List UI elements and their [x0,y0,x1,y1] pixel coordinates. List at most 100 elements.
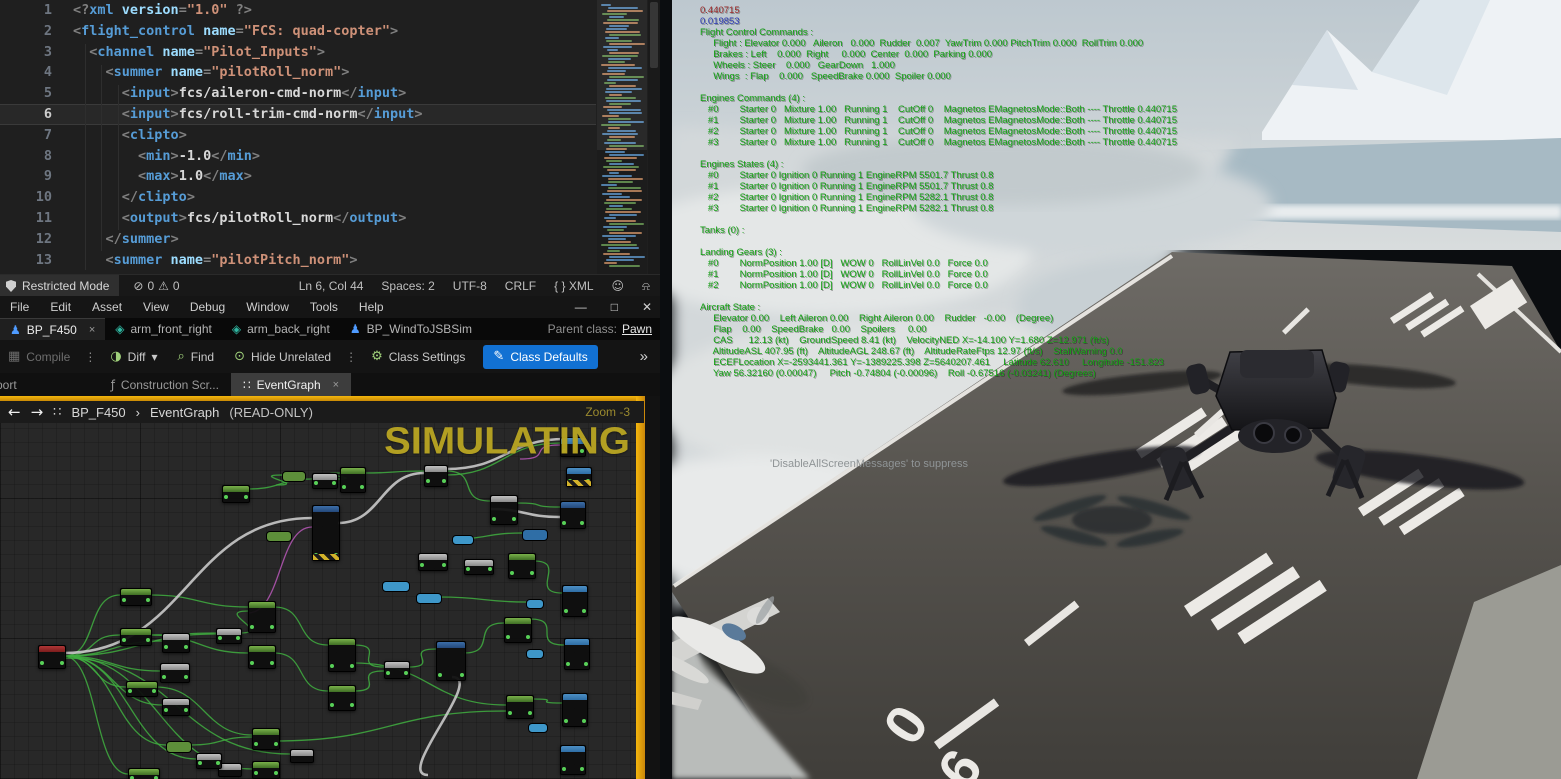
code-area[interactable]: 1<?xml version="1.0" ?>2<flight_control … [0,0,596,274]
node-output-pin[interactable] [350,703,354,707]
blueprint-node[interactable] [504,617,532,643]
blueprint-node[interactable] [424,465,448,487]
minimize-button[interactable]: — [575,300,587,314]
code-line[interactable]: 6 <input>fcs/roll-trim-cmd-norm</input> [0,104,596,125]
node-input-pin[interactable] [386,671,390,675]
encoding-setting[interactable]: UTF-8 [453,279,487,293]
more-options-icon[interactable]: ⋮ [82,350,98,364]
node-output-pin[interactable] [488,567,492,571]
node-input-pin[interactable] [40,661,44,665]
node-input-pin[interactable] [562,767,566,771]
node-output-pin[interactable] [580,521,584,525]
event-graph-canvas[interactable]: SIMULATING [0,423,636,779]
node-input-pin[interactable] [122,638,126,642]
more-options-icon[interactable]: ⋮ [343,350,359,364]
node-output-pin[interactable] [216,761,220,765]
node-output-pin[interactable] [360,485,364,489]
node-input-pin[interactable] [566,662,570,666]
blueprint-node[interactable] [526,599,544,609]
node-output-pin[interactable] [184,708,188,712]
node-input-pin[interactable] [438,673,442,677]
parent-class-value[interactable]: Pawn [622,322,652,336]
toolbar-overflow-chevron[interactable]: » [640,348,660,365]
forward-arrow-icon[interactable]: → [31,403,44,421]
blueprint-node[interactable] [490,495,518,525]
node-output-pin[interactable] [460,673,464,677]
node-input-pin[interactable] [218,636,222,640]
hide-unrelated-button[interactable]: ⊙Hide Unrelated [226,340,339,373]
node-output-pin[interactable] [530,571,534,575]
code-line[interactable]: 4 <summer name="pilotRoll_norm"> [0,62,596,83]
blueprint-node[interactable] [120,588,152,606]
vscode-editor-pane[interactable]: 1<?xml version="1.0" ?>2<flight_control … [0,0,660,274]
node-input-pin[interactable] [510,571,514,575]
blueprint-node[interactable] [562,693,588,727]
node-input-pin[interactable] [162,675,166,679]
code-line[interactable]: 3 <channel name="Pilot_Inputs"> [0,42,596,63]
blueprint-node[interactable] [560,501,586,529]
breadcrumb-graph[interactable]: EventGraph [150,405,219,420]
editor-scrollbar[interactable] [648,0,660,274]
blueprint-node[interactable] [566,467,592,487]
node-input-pin[interactable] [564,719,568,723]
blueprint-node[interactable] [196,753,222,769]
node-output-pin[interactable] [442,479,446,483]
node-input-pin[interactable] [342,485,346,489]
node-output-pin[interactable] [236,636,240,640]
blueprint-node[interactable] [166,741,192,753]
blueprint-node[interactable] [528,723,548,733]
blueprint-node[interactable] [282,471,306,482]
blueprint-node[interactable] [506,695,534,719]
node-input-pin[interactable] [330,703,334,707]
node-input-pin[interactable] [198,761,202,765]
blueprint-node[interactable] [562,585,588,617]
notifications-bell-icon[interactable]: ⍾ [642,279,650,294]
asset-tab-bp_windtojsbsim[interactable]: ♟BP_WindToJSBSim [340,318,482,340]
class-settings-button[interactable]: ⚙Class Settings [363,340,473,373]
blueprint-node[interactable] [248,645,276,669]
language-mode[interactable]: { } XML [554,279,593,293]
node-output-pin[interactable] [582,719,586,723]
menu-item-file[interactable]: File [10,300,29,314]
code-line[interactable]: 12 </summer> [0,229,596,250]
node-input-pin[interactable] [426,479,430,483]
blueprint-node[interactable] [222,485,250,503]
cursor-position[interactable]: Ln 6, Col 44 [299,279,364,293]
asset-tab-bp_f450[interactable]: ♟BP_F450× [0,318,105,341]
code-line[interactable]: 2<flight_control name="FCS: quad-copter"… [0,21,596,42]
node-input-pin[interactable] [506,635,510,639]
node-input-pin[interactable] [164,645,168,649]
doc-tab-construction-scr-[interactable]: ƒConstruction Scr... [99,373,231,396]
blueprint-node[interactable] [464,559,494,575]
blueprint-node[interactable] [384,661,410,679]
node-output-pin[interactable] [332,481,336,485]
close-tab-icon[interactable]: × [89,324,95,336]
close-button[interactable]: ✕ [642,300,652,314]
node-input-pin[interactable] [466,567,470,571]
minimap-slider[interactable] [597,0,647,150]
menu-item-window[interactable]: Window [246,300,289,314]
indentation-setting[interactable]: Spaces: 2 [381,279,434,293]
menu-item-view[interactable]: View [143,300,169,314]
breadcrumb-asset[interactable]: BP_F450 [71,405,125,420]
node-output-pin[interactable] [528,711,532,715]
node-input-pin[interactable] [250,625,254,629]
node-input-pin[interactable] [164,708,168,712]
node-output-pin[interactable] [184,645,188,649]
node-output-pin[interactable] [152,689,156,693]
blueprint-node[interactable] [436,641,466,681]
node-output-pin[interactable] [274,771,278,775]
node-input-pin[interactable] [420,563,424,567]
code-line[interactable]: 9 <max>1.0</max> [0,166,596,187]
blueprint-node[interactable] [452,535,474,545]
blueprint-node[interactable] [248,601,276,633]
node-output-pin[interactable] [512,517,516,521]
feedback-smiley-icon[interactable]: ☺ [612,279,625,293]
menu-item-tools[interactable]: Tools [310,300,338,314]
node-input-pin[interactable] [314,481,318,485]
blueprint-node[interactable] [216,628,242,644]
class-defaults-button[interactable]: ✎Class Defaults [483,345,597,369]
blueprint-node[interactable] [328,685,356,711]
node-input-pin[interactable] [250,661,254,665]
blueprint-node[interactable] [418,553,448,571]
